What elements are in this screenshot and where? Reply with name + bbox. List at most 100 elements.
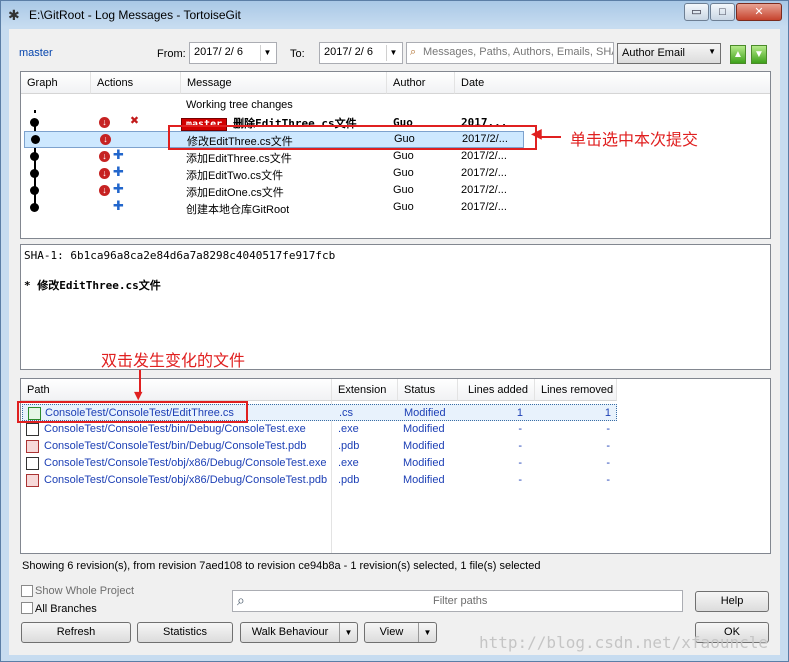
log-row[interactable]: ↓ ✚ 添加EditOne.cs文件 Guo 2017/2/... (21, 181, 770, 199)
annotation-highlight-commit (168, 125, 537, 150)
merge-icon: ↓ (99, 185, 110, 196)
file-extension: .pdb (338, 440, 360, 452)
close-button[interactable]: ✕ (736, 3, 782, 21)
add-file-icon: ✚ (113, 147, 124, 162)
add-file-icon: ✚ (113, 198, 124, 213)
file-row[interactable]: ConsoleTest/ConsoleTest/obj/x86/Debug/Co… (21, 472, 770, 489)
column-header-actions[interactable]: Actions (91, 72, 181, 94)
help-button[interactable]: Help (695, 591, 769, 612)
status-bar-text: Showing 6 revision(s), from revision 7ae… (22, 560, 541, 572)
from-date-value: 2017/ 2/ 6 (194, 46, 243, 58)
pdb-file-icon (26, 474, 39, 487)
dialog-client-area: master From: 2017/ 2/ 6 ▼ To: 2017/ 2/ 6… (9, 29, 780, 655)
commit-dot-icon (30, 118, 39, 127)
arrow-left-icon: ◀ (531, 126, 542, 142)
title-bar[interactable]: ✱ E:\GitRoot - Log Messages - TortoiseGi… (1, 1, 788, 29)
show-whole-project-checkbox[interactable] (21, 585, 33, 597)
file-lines-removed: - (606, 423, 610, 435)
column-header-message[interactable]: Message (181, 72, 387, 94)
chevron-down-icon[interactable]: ▼ (418, 623, 436, 642)
log-row-message: 添加EditThree.cs文件 (186, 153, 292, 165)
file-extension: .exe (338, 457, 359, 469)
file-path: ConsoleTest/ConsoleTest/obj/x86/Debug/Co… (44, 457, 327, 469)
file-lines-added: - (518, 423, 522, 435)
exe-file-icon (26, 423, 39, 436)
to-date-value: 2017/ 2/ 6 (324, 46, 373, 58)
walk-behaviour-button[interactable]: Walk Behaviour ▼ (240, 622, 358, 643)
window-title: E:\GitRoot - Log Messages - TortoiseGit (29, 8, 241, 22)
log-row-author: Guo (393, 201, 414, 213)
view-label: View (379, 626, 404, 638)
search-icon: ⌕ (237, 592, 245, 608)
refresh-button[interactable]: Refresh (21, 622, 131, 643)
column-header-extension[interactable]: Extension (332, 379, 398, 401)
branch-link[interactable]: master (19, 47, 53, 59)
log-row[interactable]: ↓ ✚ 添加EditTwo.cs文件 Guo 2017/2/... (21, 164, 770, 182)
file-lines-removed: - (606, 440, 610, 452)
exe-file-icon (26, 457, 39, 470)
column-header-author[interactable]: Author (387, 72, 455, 94)
column-header-lines-removed[interactable]: Lines removed (535, 379, 617, 401)
file-extension: .pdb (338, 474, 360, 486)
column-header-graph[interactable]: Graph (21, 72, 91, 94)
log-row[interactable]: ↓ ✚ 添加EditThree.cs文件 Guo 2017/2/... (21, 147, 770, 165)
column-header-lines-added[interactable]: Lines added (458, 379, 535, 401)
file-status: Modified (404, 407, 446, 419)
minimize-button[interactable]: ▭ (684, 3, 709, 21)
chevron-down-icon[interactable]: ▼ (386, 45, 400, 61)
commit-message: * 修改EditThree.cs文件 (24, 279, 161, 292)
log-list[interactable]: Graph Actions Message Author Date Workin… (20, 71, 771, 239)
file-lines-added: - (518, 440, 522, 452)
from-date-picker[interactable]: 2017/ 2/ 6 ▼ (189, 42, 277, 64)
log-search-placeholder: Messages, Paths, Authors, Emails, SHA-1 (423, 46, 614, 58)
log-row-author: Guo (393, 167, 414, 179)
log-row-date: 2017/2/... (461, 201, 507, 213)
merge-icon: ↓ (99, 168, 110, 179)
commit-dot-icon (30, 169, 39, 178)
walk-behaviour-label: Walk Behaviour (251, 626, 329, 638)
show-whole-project-label: Show Whole Project (35, 585, 135, 597)
view-button[interactable]: View ▼ (364, 622, 437, 643)
to-date-picker[interactable]: 2017/ 2/ 6 ▼ (319, 42, 403, 64)
log-row-message: 添加EditOne.cs文件 (186, 187, 284, 199)
log-row-message: 创建本地仓库GitRoot (186, 204, 290, 216)
column-header-path[interactable]: Path (21, 379, 332, 401)
file-row[interactable]: ConsoleTest/ConsoleTest/obj/x86/Debug/Co… (21, 455, 770, 472)
search-field-value: Author Email (622, 47, 685, 59)
add-file-icon: ✚ (113, 181, 124, 196)
file-lines-removed: - (606, 457, 610, 469)
log-search-input[interactable]: ⌕ Messages, Paths, Authors, Emails, SHA-… (406, 42, 614, 64)
file-status: Modified (403, 440, 445, 452)
chevron-down-icon[interactable]: ▼ (339, 623, 357, 642)
column-header-date[interactable]: Date (455, 72, 770, 94)
log-row-date: 2017/2/... (461, 184, 507, 196)
merge-icon: ↓ (99, 151, 110, 162)
file-path: ConsoleTest/ConsoleTest/bin/Debug/Consol… (44, 423, 306, 435)
statistics-button[interactable]: Statistics (137, 622, 233, 643)
file-lines-added: - (518, 457, 522, 469)
maximize-button[interactable]: □ (710, 3, 735, 21)
search-next-button[interactable]: ▼ (751, 45, 767, 64)
file-row[interactable]: ConsoleTest/ConsoleTest/bin/Debug/Consol… (21, 438, 770, 455)
file-status: Modified (403, 457, 445, 469)
commit-sha: SHA-1: 6b1ca96a8ca2e84d6a7a8298c4040517f… (24, 249, 336, 262)
annotation-select-commit: 单击选中本次提交 (570, 130, 699, 149)
filter-paths-input[interactable]: ⌕ Filter paths (232, 590, 683, 612)
watermark-text: http://blog.csdn.net/xfaouncle (479, 633, 768, 652)
search-field-select[interactable]: Author Email ▼ (617, 43, 721, 64)
log-row[interactable]: Working tree changes (21, 97, 770, 114)
all-branches-checkbox[interactable] (21, 602, 33, 614)
column-header-status[interactable]: Status (398, 379, 458, 401)
log-row[interactable]: ✚ 创建本地仓库GitRoot Guo 2017/2/... (21, 198, 770, 216)
commit-dot-icon (30, 152, 39, 161)
annotation-arrow-line (539, 136, 561, 138)
file-status: Modified (403, 474, 445, 486)
file-row[interactable]: ConsoleTest/ConsoleTest/bin/Debug/Consol… (21, 421, 770, 438)
add-file-icon: ✚ (113, 164, 124, 179)
file-path: ConsoleTest/ConsoleTest/obj/x86/Debug/Co… (44, 474, 328, 486)
chevron-down-icon[interactable]: ▼ (260, 45, 274, 61)
annotation-double-click-file: 双击发生变化的文件 (101, 351, 246, 370)
file-lines-added: 1 (516, 407, 523, 419)
search-previous-button[interactable]: ▲ (730, 45, 746, 64)
pdb-file-icon (26, 440, 39, 453)
